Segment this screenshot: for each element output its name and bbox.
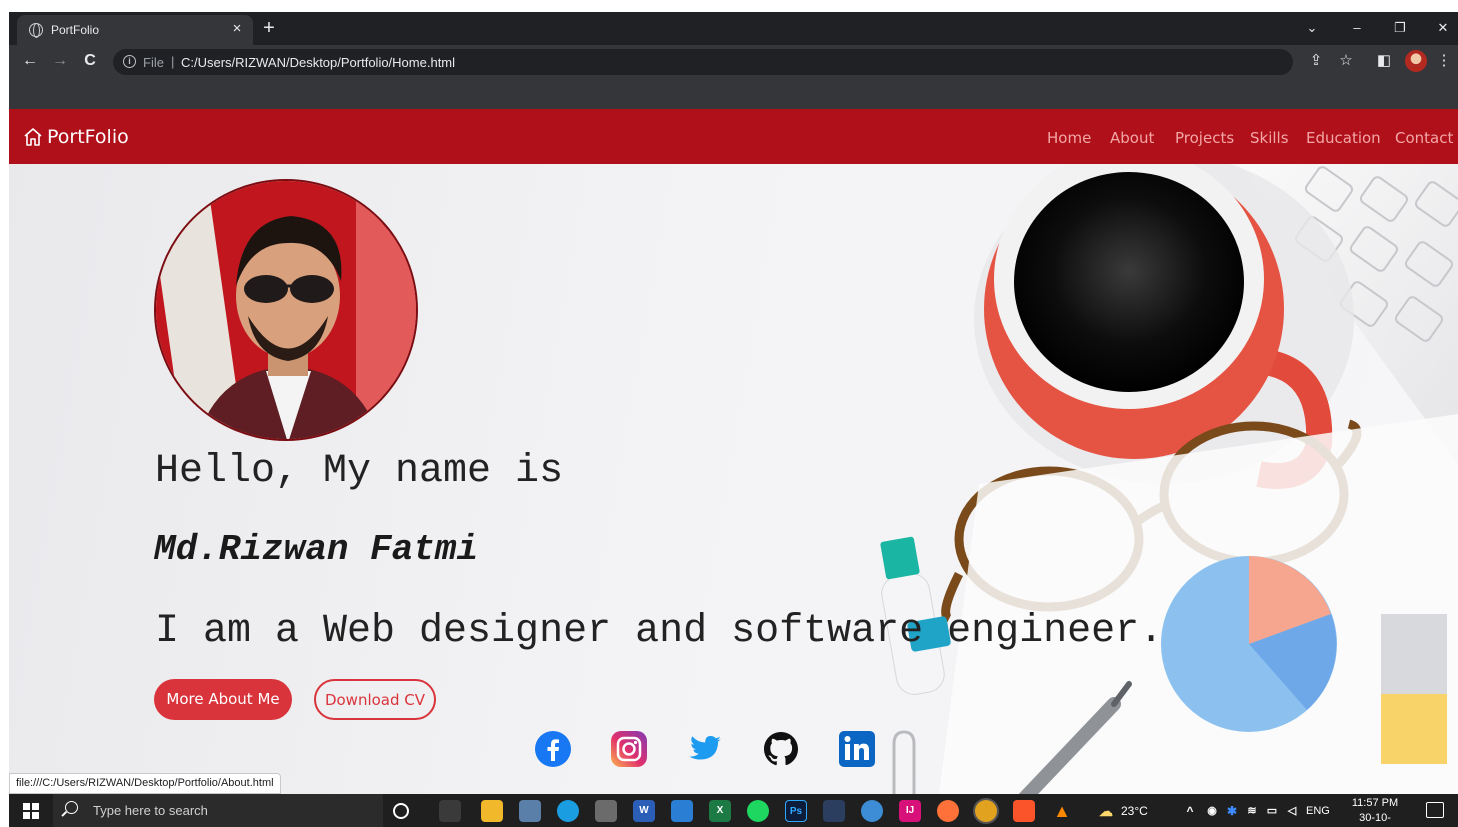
clock-date: 30-10-2022: [1359, 812, 1391, 824]
reload-button[interactable]: C: [79, 50, 101, 72]
browser-toolbar: ← → C i File | C:/Users/RIZWAN/Desktop/P…: [9, 45, 1458, 78]
tab-search-button[interactable]: ⌄: [1297, 16, 1327, 40]
photoshop-icon[interactable]: Ps: [785, 800, 807, 822]
temperature-text[interactable]: 23°C: [1121, 804, 1148, 818]
store-icon[interactable]: [595, 800, 617, 822]
github-icon[interactable]: [762, 730, 800, 768]
tab-title: PortFolio: [51, 23, 100, 37]
nav-skills[interactable]: Skills: [1250, 129, 1289, 147]
home-icon: [24, 128, 42, 146]
forward-button[interactable]: →: [49, 50, 71, 72]
new-tab-button[interactable]: +: [257, 16, 281, 40]
edge-icon[interactable]: [557, 800, 579, 822]
taskbar-search-box[interactable]: Type here to search: [53, 794, 383, 827]
hero-greeting: Hello, My name is: [155, 449, 564, 494]
tray-expand-icon[interactable]: ^: [1179, 800, 1201, 822]
firefox-icon[interactable]: [937, 800, 959, 822]
profile-photo-illustration: [156, 181, 416, 439]
language-indicator[interactable]: ENG: [1306, 805, 1330, 817]
calculator-icon[interactable]: [519, 800, 541, 822]
cortana-icon[interactable]: [393, 803, 409, 819]
task-view-icon[interactable]: [439, 800, 461, 822]
address-url[interactable]: C:/Users/RIZWAN/Desktop/Portfolio/Home.h…: [181, 55, 455, 70]
browser-tab-bar: PortFolio × + ⌄ – ❐ ✕: [9, 12, 1458, 45]
vlc-icon[interactable]: ▲: [1051, 800, 1073, 822]
profile-photo: [154, 179, 418, 441]
linkedin-icon[interactable]: [838, 730, 876, 768]
notification-center-icon[interactable]: [1426, 802, 1444, 818]
paper-clip-shape: [892, 730, 916, 794]
download-cv-button[interactable]: Download CV: [314, 679, 436, 720]
nav-projects[interactable]: Projects: [1175, 129, 1234, 147]
site-navbar: PortFolio Home About Projects Skills Edu…: [9, 109, 1458, 164]
browser-menu-icon[interactable]: ⋮: [1433, 50, 1455, 72]
nav-about[interactable]: About: [1110, 129, 1154, 147]
nav-contact[interactable]: Contact: [1395, 129, 1453, 147]
battery-icon[interactable]: ▭: [1261, 800, 1283, 822]
network-tool-icon[interactable]: [823, 800, 845, 822]
tab-close-button[interactable]: ×: [227, 19, 247, 39]
nav-home[interactable]: Home: [1047, 129, 1091, 147]
instagram-icon[interactable]: [610, 730, 648, 768]
brand-text: PortFolio: [47, 126, 129, 148]
facebook-icon[interactable]: [534, 730, 572, 768]
bookmark-star-icon[interactable]: ☆: [1335, 50, 1357, 72]
maximize-button[interactable]: ❐: [1385, 16, 1415, 40]
address-bar[interactable]: i File | C:/Users/RIZWAN/Desktop/Portfol…: [113, 49, 1293, 75]
spotify-icon[interactable]: [747, 800, 769, 822]
weather-icon[interactable]: ☁: [1095, 800, 1117, 822]
file-explorer-icon[interactable]: [481, 800, 503, 822]
excel-icon[interactable]: X: [709, 800, 731, 822]
profile-avatar[interactable]: [1405, 50, 1427, 72]
more-about-me-button[interactable]: More About Me: [154, 679, 292, 720]
screen: PortFolio × + ⌄ – ❐ ✕ ← → C i File | C:/…: [0, 0, 1458, 827]
info-icon[interactable]: i: [123, 55, 136, 68]
web-page: PortFolio Home About Projects Skills Edu…: [9, 109, 1458, 794]
search-placeholder: Type here to search: [93, 803, 208, 818]
side-panel-icon[interactable]: ◧: [1373, 50, 1395, 72]
share-icon[interactable]: ⇪: [1305, 50, 1327, 72]
intellij-icon[interactable]: IJ: [899, 800, 921, 822]
windows-taskbar: Type here to search W X Ps IJ ▲ ☁ 23°C ^…: [9, 794, 1458, 827]
app-icon-hex[interactable]: [861, 800, 883, 822]
back-button[interactable]: ←: [19, 50, 41, 72]
minimize-button[interactable]: –: [1342, 16, 1372, 40]
bluetooth-icon[interactable]: ✱: [1221, 800, 1243, 822]
twitter-icon[interactable]: [686, 730, 724, 768]
hero-tagline: I am a Web designer and software enginee…: [155, 609, 1164, 654]
brave-icon[interactable]: [1013, 800, 1035, 822]
address-separator: |: [171, 54, 175, 69]
word-icon[interactable]: W: [633, 800, 655, 822]
bookmark-bar: [9, 78, 1458, 109]
brand-logo[interactable]: PortFolio: [23, 126, 129, 148]
browser-tab[interactable]: PortFolio ×: [17, 15, 253, 45]
clock-time: 11:57 PM: [1351, 797, 1399, 809]
address-scheme: File: [143, 55, 164, 70]
windows-start-icon[interactable]: [23, 803, 39, 819]
close-window-button[interactable]: ✕: [1428, 16, 1458, 40]
wifi-icon[interactable]: ≋: [1241, 800, 1263, 822]
volume-icon[interactable]: ◁: [1281, 800, 1303, 822]
vscode-icon[interactable]: [671, 800, 693, 822]
globe-icon: [29, 23, 43, 38]
tray-app-icon[interactable]: ◉: [1201, 800, 1223, 822]
hero-name: Md.Rizwan Fatmi: [154, 529, 479, 570]
nav-education[interactable]: Education: [1306, 129, 1381, 147]
search-icon: [65, 801, 78, 814]
taskbar-clock[interactable]: 11:57 PM 30-10-2022: [1349, 796, 1401, 827]
status-bar-url: file:///C:/Users/RIZWAN/Desktop/Portfoli…: [9, 773, 281, 794]
chrome-icon[interactable]: [975, 800, 997, 822]
